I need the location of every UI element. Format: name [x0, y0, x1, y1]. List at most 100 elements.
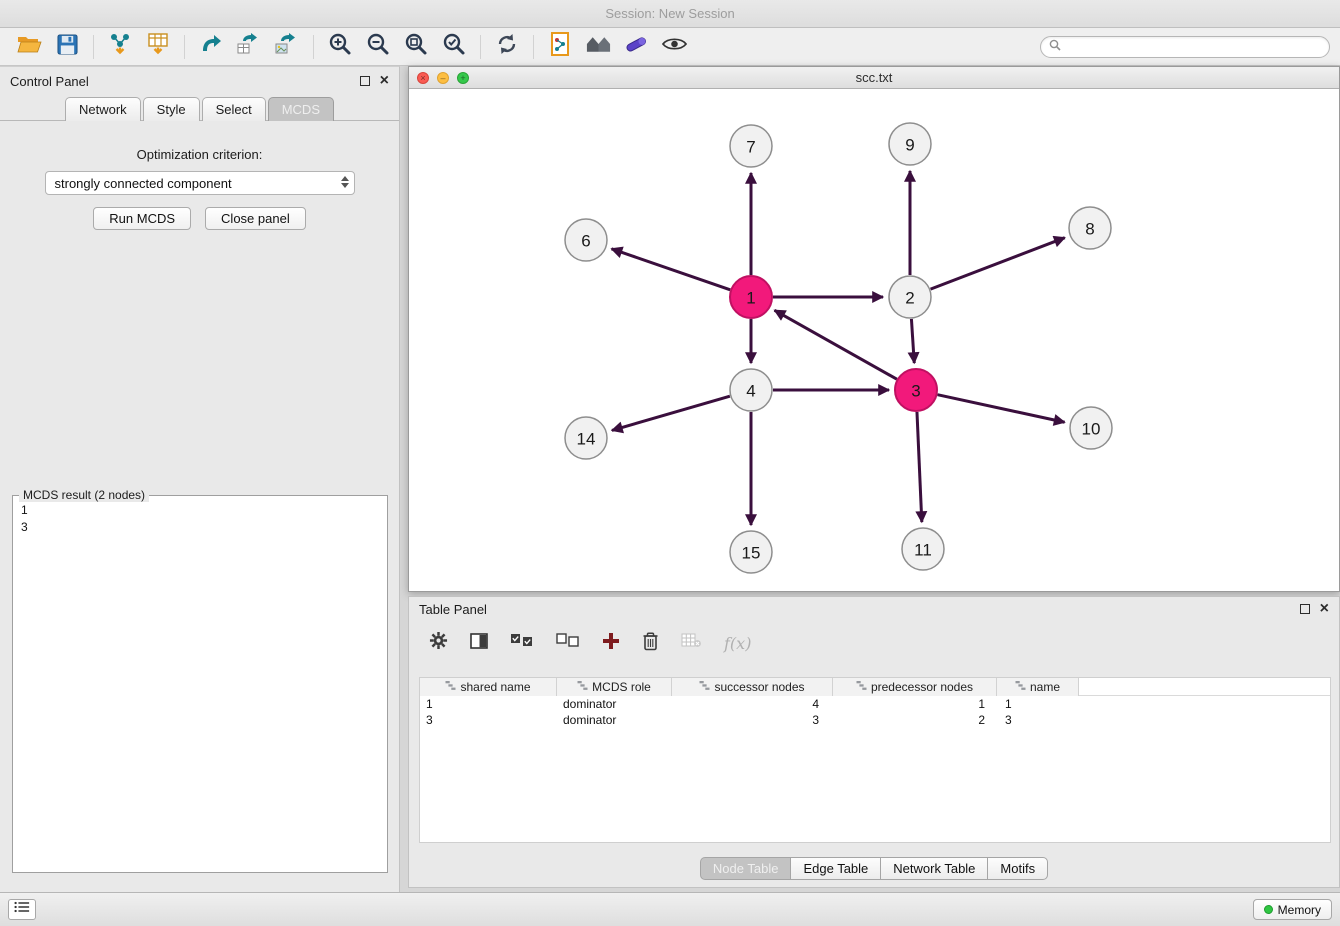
close-table-panel-button[interactable]: × — [1320, 604, 1329, 614]
tab-edge-table[interactable]: Edge Table — [790, 857, 881, 880]
clear-table-icon — [681, 633, 702, 653]
refresh-icon — [495, 32, 519, 61]
svg-text:15: 15 — [742, 544, 761, 563]
memory-button[interactable]: Memory — [1253, 899, 1332, 920]
table-settings-button[interactable] — [429, 631, 448, 655]
close-panel-action-button[interactable]: Close panel — [205, 207, 306, 230]
tab-node-table[interactable]: Node Table — [700, 857, 792, 880]
export-table-button[interactable] — [230, 32, 268, 62]
network-window-titlebar[interactable]: × – + scc.txt — [409, 67, 1339, 89]
svg-text:2: 2 — [905, 289, 914, 308]
edge-2-8[interactable] — [931, 238, 1065, 289]
column-header-successor-nodes[interactable]: successor nodes — [672, 678, 833, 696]
tab-mcds[interactable]: MCDS — [268, 97, 334, 121]
zoom-in-icon — [328, 32, 352, 61]
export-image-button[interactable] — [268, 32, 306, 62]
optimization-dropdown[interactable]: strongly connected component — [45, 171, 355, 195]
tab-motifs[interactable]: Motifs — [987, 857, 1048, 880]
deselect-all-rows-button[interactable] — [556, 633, 580, 653]
table-toolbar: f(x) — [409, 621, 1339, 665]
panel-menu-button[interactable] — [8, 899, 36, 920]
edge-3-10[interactable] — [937, 395, 1064, 423]
network-view-window: × – + scc.txt 1 2 3 4 6 7 8 9 10 11 14 15 — [408, 66, 1340, 592]
zoom-in-button[interactable] — [321, 32, 359, 62]
buildings-button[interactable] — [579, 32, 617, 62]
deselect-all-icon — [556, 633, 580, 653]
toolbar-separator — [480, 35, 481, 59]
edge-3-11[interactable] — [917, 412, 922, 522]
float-table-panel-button[interactable] — [1300, 604, 1310, 614]
open-folder-icon — [17, 34, 42, 59]
optimization-label: Optimization criterion: — [0, 147, 399, 162]
svg-text:9: 9 — [905, 136, 914, 155]
style-brush-button[interactable] — [617, 32, 655, 62]
graph-node-2[interactable]: 2 — [889, 276, 931, 318]
save-session-button[interactable] — [48, 32, 86, 62]
clear-table-button[interactable] — [681, 633, 702, 653]
column-header-shared-name[interactable]: shared name — [420, 678, 557, 696]
zoom-out-button[interactable] — [359, 32, 397, 62]
table-header-row: shared nameMCDS rolesuccessor nodesprede… — [420, 678, 1330, 696]
function-builder-button[interactable]: f(x) — [724, 634, 751, 653]
close-window-button[interactable]: × — [417, 72, 429, 84]
export-image-icon — [275, 33, 299, 60]
control-panel: Control Panel × NetworkStyleSelectMCDS O… — [0, 66, 400, 892]
graph-node-6[interactable]: 6 — [565, 219, 607, 261]
svg-text:7: 7 — [746, 138, 755, 157]
graph-node-9[interactable]: 9 — [889, 123, 931, 165]
graph-node-15[interactable]: 15 — [730, 531, 772, 573]
edge-2-3[interactable] — [911, 319, 914, 363]
hierarchy-icon — [699, 680, 710, 694]
table-row[interactable]: 3dominator323 — [420, 712, 1330, 728]
maximize-window-button[interactable]: + — [457, 72, 469, 84]
graph-node-14[interactable]: 14 — [565, 417, 607, 459]
tab-style[interactable]: Style — [143, 97, 200, 121]
graph-node-8[interactable]: 8 — [1069, 207, 1111, 249]
eye-icon — [662, 36, 687, 57]
tab-select[interactable]: Select — [202, 97, 266, 121]
graph-node-3[interactable]: 3 — [895, 369, 937, 411]
zoom-fit-button[interactable] — [397, 32, 435, 62]
result-item[interactable]: 3 — [21, 519, 379, 536]
close-panel-button[interactable]: × — [380, 76, 389, 86]
memory-status-icon — [1264, 905, 1273, 914]
float-panel-button[interactable] — [360, 76, 370, 86]
show-columns-button[interactable] — [470, 632, 488, 655]
add-column-button[interactable] — [602, 632, 620, 655]
graph-node-4[interactable]: 4 — [730, 369, 772, 411]
edge-1-6[interactable] — [612, 249, 731, 290]
hierarchy-icon — [1015, 680, 1026, 694]
tab-network-table[interactable]: Network Table — [880, 857, 988, 880]
edge-3-1[interactable] — [775, 310, 897, 379]
open-session-button[interactable] — [10, 32, 48, 62]
search-input[interactable] — [1067, 40, 1321, 54]
graph-node-7[interactable]: 7 — [730, 125, 772, 167]
import-table-button[interactable] — [139, 32, 177, 62]
table-row[interactable]: 1dominator411 — [420, 696, 1330, 712]
graph-node-11[interactable]: 11 — [902, 528, 944, 570]
network-graph[interactable]: 1 2 3 4 6 7 8 9 10 11 14 15 — [409, 90, 1339, 591]
column-header-MCDS-role[interactable]: MCDS role — [557, 678, 672, 696]
column-header-name[interactable]: name — [997, 678, 1079, 696]
run-mcds-button[interactable]: Run MCDS — [93, 207, 191, 230]
refresh-button[interactable] — [488, 32, 526, 62]
tab-network[interactable]: Network — [65, 97, 141, 121]
import-network-button[interactable] — [101, 32, 139, 62]
network-document-button[interactable] — [541, 32, 579, 62]
export-network-button[interactable] — [192, 32, 230, 62]
edge-4-14[interactable] — [612, 396, 730, 430]
zoom-selected-button[interactable] — [435, 32, 473, 62]
column-header-predecessor-nodes[interactable]: predecessor nodes — [833, 678, 997, 696]
search-field[interactable] — [1040, 36, 1330, 58]
save-icon — [57, 34, 78, 60]
memory-label: Memory — [1278, 903, 1321, 917]
result-item[interactable]: 1 — [21, 502, 379, 519]
select-all-rows-button[interactable] — [510, 633, 534, 653]
graph-node-1[interactable]: 1 — [730, 276, 772, 318]
window-title: Session: New Session — [605, 6, 734, 21]
show-hide-button[interactable] — [655, 32, 693, 62]
graph-node-10[interactable]: 10 — [1070, 407, 1112, 449]
mcds-result-list[interactable]: 13 — [15, 498, 385, 870]
minimize-window-button[interactable]: – — [437, 72, 449, 84]
delete-column-button[interactable] — [642, 631, 659, 656]
